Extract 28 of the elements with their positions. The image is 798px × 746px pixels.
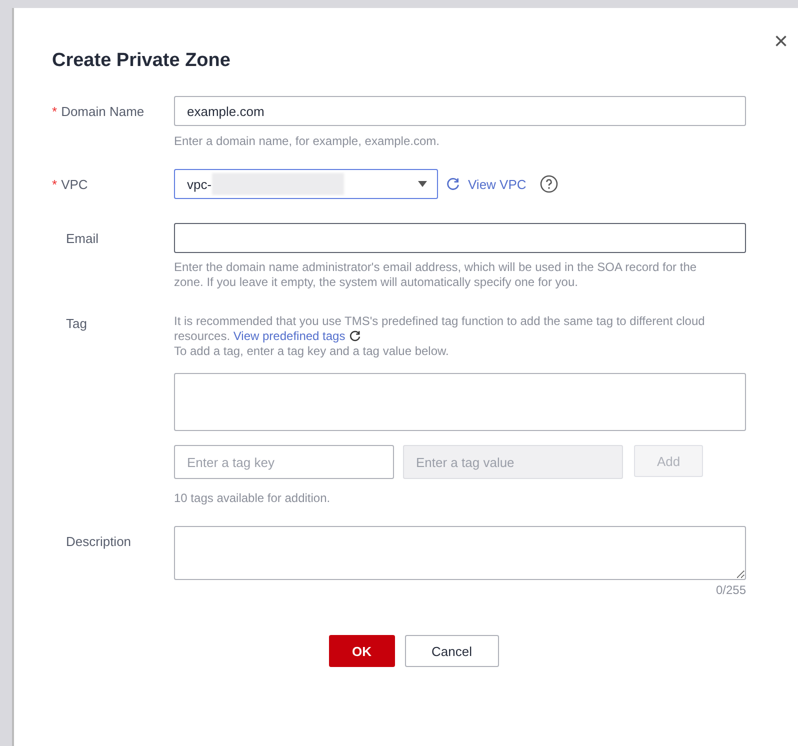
required-asterisk: * [52, 177, 58, 194]
field-label: Domain Name [61, 104, 144, 121]
hint-text: Enter the domain name administrator's email address, which will be used in the SOA record for the zone. If you leave it empty, the system will automatically specify one for you. [174, 260, 698, 290]
field-label: Tag [66, 316, 87, 333]
select-value: vpc- [187, 176, 212, 192]
tag-count-text: 10 tags available for addition. [174, 491, 332, 506]
input-field[interactable] [174, 223, 746, 253]
view-predefined-tags-link[interactable]: View predefined tags [233, 329, 346, 343]
caret-icon [418, 181, 427, 187]
character-counter: 0/255 [714, 583, 746, 597]
tag-instruction-text: To add a tag, enter a tag key and a tag value below. [174, 344, 450, 359]
vpc-select[interactable]: vpc- [174, 169, 438, 199]
help-icon[interactable] [540, 175, 558, 193]
close-button[interactable]: × [774, 30, 788, 54]
ok-button[interactable]: OK [329, 635, 395, 667]
hint-text: Enter a domain name, for example, example.com. [174, 134, 440, 149]
description-field[interactable] [174, 526, 746, 580]
tag-key-field[interactable]: Enter a tag key [174, 445, 394, 479]
field-label: Description [66, 534, 132, 551]
cancel-button[interactable]: Cancel [404, 635, 499, 667]
field-label: VPC [61, 177, 88, 194]
view-vpc-link[interactable]: View VPC [468, 176, 526, 192]
tag-recommendation-text: It is recommended that you use TMS's predefined tag function to add the same tag to different cloud resources. View predefined tags [174, 314, 706, 344]
field-label: Email [66, 231, 99, 248]
input-field[interactable]: example.com [174, 96, 746, 126]
refresh-icon[interactable] [348, 330, 361, 342]
dialog-title: Create Private Zone [52, 50, 232, 72]
required-asterisk: * [52, 104, 58, 121]
